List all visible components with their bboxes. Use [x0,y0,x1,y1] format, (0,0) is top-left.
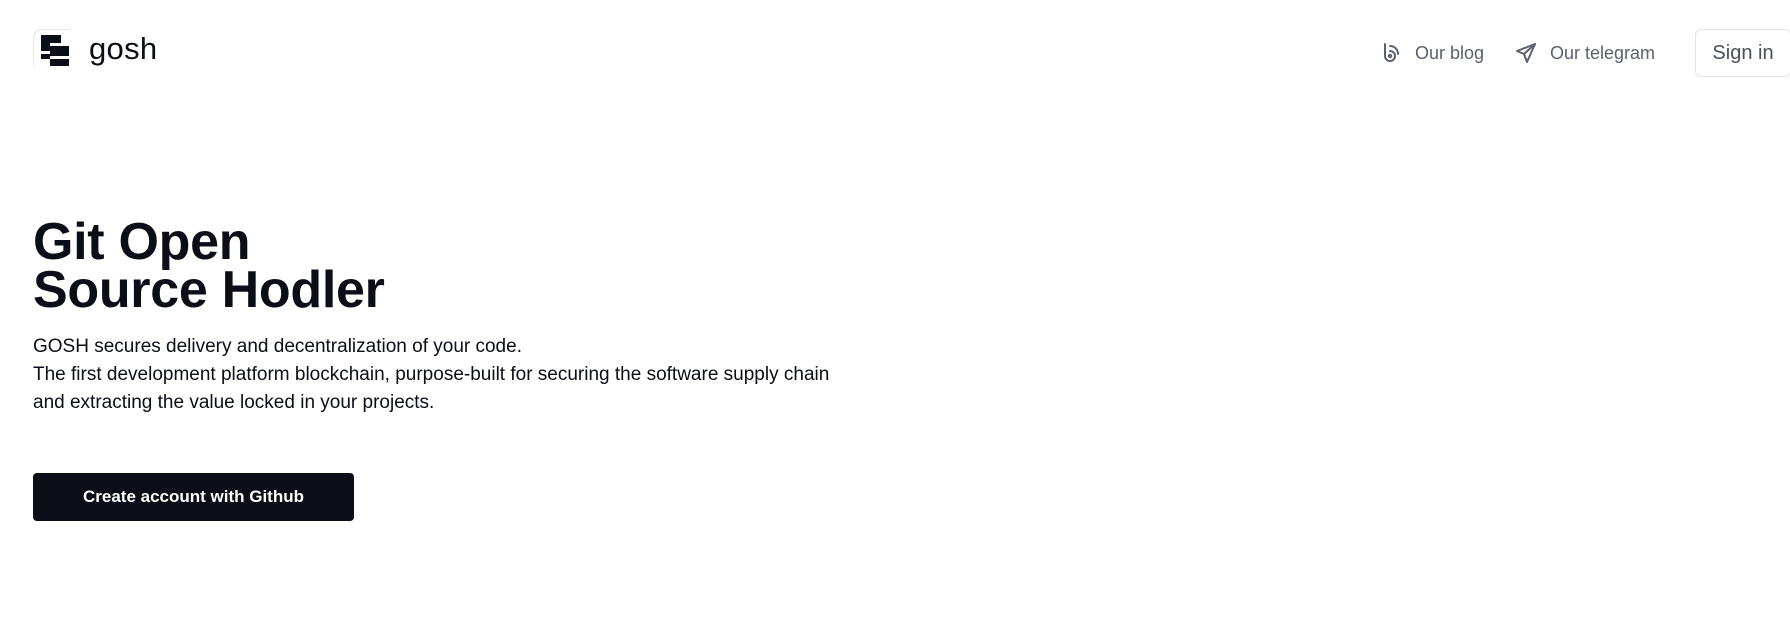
create-account-github-button[interactable]: Create account with Github [33,473,354,521]
hero-section: Git Open Source Hodler GOSH secures deli… [33,213,933,417]
hero-description-line-1: GOSH secures delivery and decentralizati… [33,336,522,357]
nav-link-blog-label: Our blog [1415,42,1485,63]
nav-link-blog[interactable]: Our blog [1379,41,1484,65]
hero-title: Git Open Source Hodler [33,213,933,319]
hero-description: GOSH secures delivery and decentralizati… [33,333,933,417]
gosh-logo-icon [33,29,75,71]
hero-description-line-3: and extracting the value locked in your … [33,392,435,413]
hero-title-line-2: Source Hodler [33,261,385,319]
logo-text: gosh [89,31,158,66]
telegram-send-icon [1514,41,1538,65]
logo-link[interactable]: gosh [33,29,157,71]
hero-description-line-2: The first development platform blockchai… [33,364,830,385]
sign-in-button[interactable]: Sign in [1695,29,1790,77]
nav-link-telegram-label: Our telegram [1550,42,1656,63]
hero-title-line-1: Git Open [33,213,251,271]
nav-link-telegram[interactable]: Our telegram [1514,41,1655,65]
site-header: gosh Our blog Our telegram Sign in [0,0,1790,105]
blog-icon [1379,41,1403,65]
